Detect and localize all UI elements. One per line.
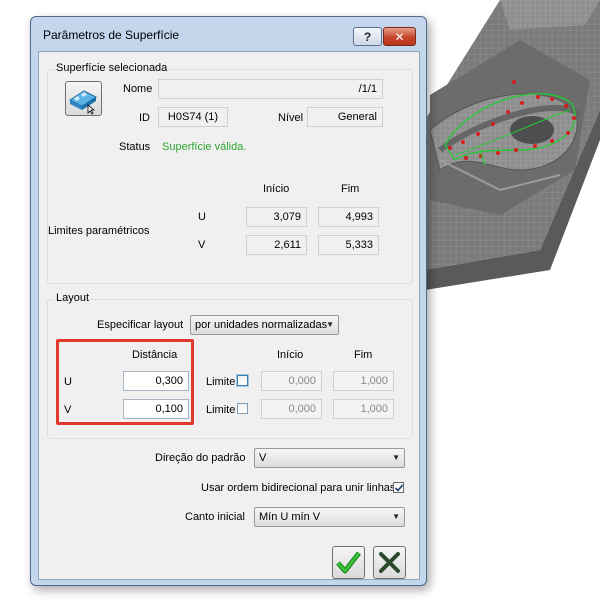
id-field: H0S74 (1) — [158, 107, 228, 127]
title-bar[interactable]: Parâmetros de Superfície ? ✕ — [31, 17, 426, 51]
selected-surface-group: Superfície selecionada Nome /1/1 ID H0S7… — [47, 62, 413, 284]
v-limit-checkbox[interactable] — [237, 403, 248, 414]
specify-layout-value: por unidades normalizadas — [195, 319, 328, 331]
pattern-direction-value: V — [259, 452, 267, 464]
layout-end-header: Fim — [354, 349, 373, 361]
chevron-down-icon: ▼ — [392, 512, 400, 521]
bidirectional-checkbox[interactable] — [393, 482, 404, 493]
start-corner-label: Canto inicial — [185, 511, 245, 523]
start-corner-select[interactable]: Mín U mín V ▼ — [254, 507, 405, 527]
v-start-field: 2,611 — [246, 235, 307, 255]
id-label: ID — [139, 112, 150, 124]
u-end-field: 4,993 — [318, 207, 379, 227]
green-check-icon — [336, 551, 361, 574]
u-start-field: 3,079 — [246, 207, 307, 227]
status-label: Status — [119, 141, 151, 153]
close-button[interactable]: ✕ — [383, 27, 416, 46]
v-limit-end-field: 1,000 — [333, 399, 394, 419]
distance-highlight-box — [56, 339, 194, 425]
pattern-direction-label: Direção do padrão — [155, 452, 246, 464]
surface-select-icon — [68, 90, 98, 115]
v-limit-start-field: 0,000 — [261, 399, 322, 419]
chevron-down-icon: ▼ — [392, 453, 400, 462]
dialog-body: Superfície selecionada Nome /1/1 ID H0S7… — [38, 51, 420, 580]
help-button[interactable]: ? — [353, 27, 382, 46]
specify-layout-select[interactable]: por unidades normalizadas ▼ — [190, 315, 339, 335]
chevron-down-icon: ▼ — [326, 320, 334, 329]
level-label: Nível — [278, 112, 304, 124]
u-limit-end-field: 1,000 — [333, 371, 394, 391]
v-limit-label: Limite — [206, 404, 236, 416]
selected-surface-group-title: Superfície selecionada — [54, 62, 170, 74]
status-value: Superfície válida. — [162, 141, 247, 153]
layout-group-title: Layout — [54, 292, 92, 304]
limits-u-label: U — [198, 211, 206, 223]
limits-end-header: Fim — [341, 183, 360, 195]
limits-start-header: Início — [263, 183, 290, 195]
surface-parameters-dialog: Parâmetros de Superfície ? ✕ Superfície … — [30, 16, 427, 586]
help-icon: ? — [363, 29, 372, 44]
pattern-direction-select[interactable]: V ▼ — [254, 448, 405, 468]
ok-button[interactable] — [332, 546, 365, 579]
specify-layout-label: Especificar layout — [97, 319, 184, 331]
cancel-button[interactable] — [373, 546, 406, 579]
bidirectional-label: Usar ordem bidirecional para unir linhas — [201, 482, 396, 494]
v-end-field: 5,333 — [318, 235, 379, 255]
start-corner-value: Mín U mín V — [259, 511, 321, 523]
u-limit-checkbox[interactable] — [237, 375, 248, 386]
parametric-limits-label: Limites paramétricos — [48, 225, 150, 237]
name-label: Nome — [123, 83, 153, 95]
name-field: /1/1 — [158, 79, 383, 99]
u-limit-start-field: 0,000 — [261, 371, 322, 391]
layout-start-header: Início — [277, 349, 304, 361]
x-cancel-icon — [379, 552, 400, 573]
close-icon: ✕ — [394, 29, 405, 44]
limits-v-label: V — [198, 239, 206, 251]
level-field: General — [307, 107, 383, 127]
part-model — [425, 0, 600, 290]
select-surface-button[interactable] — [65, 81, 102, 116]
dialog-title: Parâmetros de Superfície — [43, 28, 180, 42]
u-limit-label: Limite — [206, 376, 236, 388]
checkmark-icon — [394, 484, 404, 492]
